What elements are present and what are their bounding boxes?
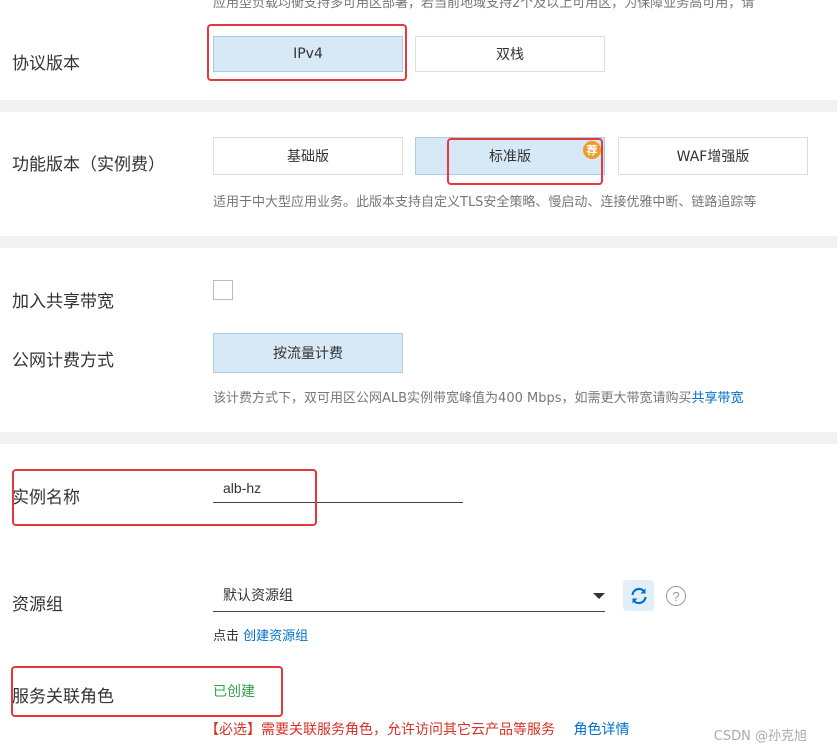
edition-option-standard-text: 标准版 [489, 149, 531, 165]
resource-group-selected: 默认资源组 [223, 588, 293, 604]
protocol-option-dualstack[interactable]: 双栈 [415, 36, 605, 72]
instance-section: 实例名称 资源组 默认资源组 ? 点击 创建资源组 服务关联角色 已创建 【必选… [0, 444, 837, 750]
protocol-section: 应用型负载均衡支持多可用区部署，若当前地域支持2个及以上可用区，为保障业务高可用… [0, 0, 837, 100]
refresh-button[interactable] [623, 580, 654, 611]
shared-bandwidth-link[interactable]: 共享带宽 [692, 391, 744, 406]
create-resource-group-link[interactable]: 创建资源组 [243, 629, 308, 644]
edition-description: 适用于中大型应用业务。此版本支持自定义TLS安全策略、慢启动、连接优雅中断、链路… [213, 195, 757, 210]
service-role-status: 已创建 [213, 684, 255, 700]
protocol-option-dualstack-text: 双栈 [496, 47, 524, 63]
resource-group-select[interactable]: 默认资源组 [213, 579, 605, 612]
resource-group-hint-text: 点击 [213, 629, 240, 644]
edition-option-waf[interactable]: WAF增强版 [618, 137, 808, 175]
service-role-label: 服务关联角色 [12, 687, 114, 707]
protocol-label: 协议版本 [12, 54, 80, 74]
edition-option-basic-text: 基础版 [287, 149, 329, 165]
role-detail-link[interactable]: 角色详情 [573, 722, 629, 738]
top-note: 应用型负载均衡支持多可用区部署，若当前地域支持2个及以上可用区，为保障业务高可用… [213, 0, 755, 11]
instance-name-label: 实例名称 [12, 488, 80, 508]
billing-note: 该计费方式下，双可用区公网ALB实例带宽峰值为400 Mbps，如需更大带宽请购… [213, 387, 837, 406]
edition-option-standard[interactable]: 标准版 荐 [415, 137, 605, 175]
edition-option-waf-text: WAF增强版 [676, 149, 750, 165]
edition-option-basic[interactable]: 基础版 [213, 137, 403, 175]
shared-bandwidth-label: 加入共享带宽 [12, 292, 114, 312]
service-role-note: 【必选】需要关联服务角色，允许访问其它云产品等服务 角色详情 [205, 719, 629, 739]
resource-group-label: 资源组 [12, 595, 63, 615]
help-icon[interactable]: ? [666, 586, 686, 606]
protocol-option-ipv4-text: IPv4 [293, 46, 323, 62]
protocol-option-ipv4[interactable]: IPv4 [213, 36, 403, 72]
resource-group-hint: 点击 创建资源组 [213, 625, 308, 644]
billing-section: 加入共享带宽 公网计费方式 按流量计费 该计费方式下，双可用区公网ALB实例带宽… [0, 248, 837, 432]
shared-bandwidth-checkbox[interactable] [213, 280, 233, 300]
service-role-required-note: 【必选】需要关联服务角色，允许访问其它云产品等服务 [205, 722, 555, 738]
billing-option-traffic[interactable]: 按流量计费 [213, 333, 403, 373]
billing-note-text: 该计费方式下，双可用区公网ALB实例带宽峰值为400 Mbps，如需更大带宽请购… [213, 391, 692, 406]
edition-section: 功能版本（实例费） 基础版 标准版 荐 WAF增强版 适用于中大型应用业务。此版… [0, 112, 837, 236]
billing-label: 公网计费方式 [12, 351, 114, 371]
recommend-badge: 荐 [583, 141, 601, 159]
edition-label: 功能版本（实例费） [12, 155, 165, 175]
instance-name-input[interactable] [213, 474, 463, 503]
watermark: CSDN @孙克旭 [713, 729, 807, 744]
refresh-icon [630, 587, 647, 604]
billing-option-traffic-text: 按流量计费 [273, 346, 343, 362]
chevron-down-icon [593, 593, 605, 599]
